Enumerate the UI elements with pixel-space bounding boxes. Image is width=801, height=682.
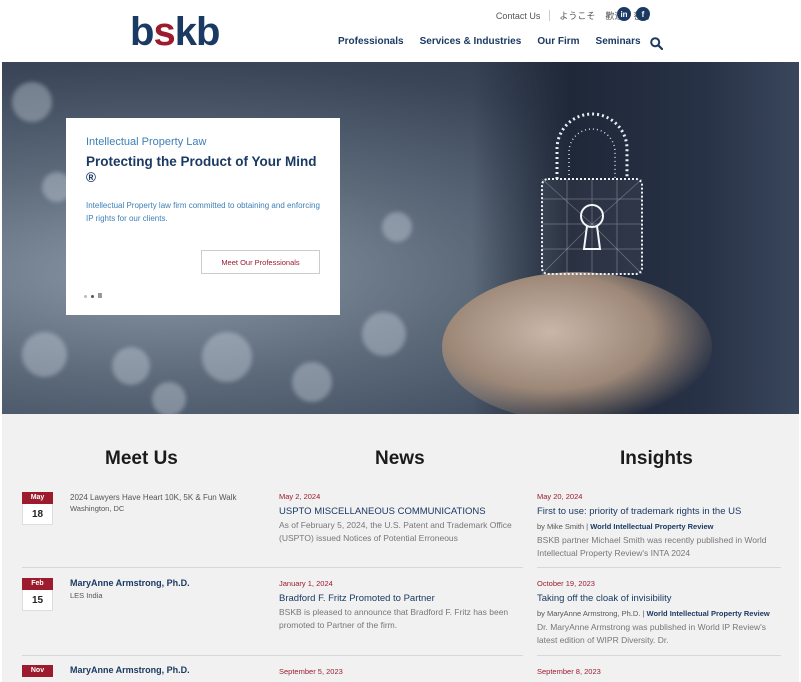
divider xyxy=(22,567,292,568)
news-excerpt: As of February 5, 2024, the U.S. Patent … xyxy=(279,520,512,543)
social-links: in f xyxy=(617,7,650,21)
bokeh-light xyxy=(382,212,412,242)
nav-professionals[interactable]: Professionals xyxy=(338,36,404,47)
event-title[interactable]: MaryAnne Armstrong, Ph.D. xyxy=(70,665,190,676)
hero-card: Intellectual Property Law Protecting the… xyxy=(66,118,340,315)
carousel-dot[interactable] xyxy=(84,295,87,298)
insight-date: September 8, 2023 xyxy=(537,667,601,676)
nav-seminars[interactable]: Seminars xyxy=(596,36,641,47)
main-nav: Professionals Services & Industries Our … xyxy=(338,36,641,47)
event-day: 15 xyxy=(22,590,53,611)
pause-icon[interactable]: II xyxy=(98,293,102,300)
news-date: September 5, 2023 xyxy=(279,667,343,676)
insights-heading: Insights xyxy=(620,448,693,469)
divider xyxy=(537,567,781,568)
event-title[interactable]: MaryAnne Armstrong, Ph.D. xyxy=(70,578,190,589)
content-columns: Meet Us News Insights May 18 2024 Lawyer… xyxy=(2,414,799,682)
bskb-logo[interactable]: bskb xyxy=(130,10,220,54)
bokeh-light xyxy=(202,332,252,382)
divider xyxy=(549,10,551,21)
calendar-icon: Nov xyxy=(22,665,53,682)
bokeh-light xyxy=(292,362,332,402)
search-icon[interactable] xyxy=(650,37,663,50)
bokeh-light xyxy=(22,332,67,377)
insight-excerpt: BSKB partner Michael Smith was recently … xyxy=(537,535,767,558)
insight-author: by Mike Smith | xyxy=(537,522,589,531)
insight-excerpt: Dr. MaryAnne Armstrong was published in … xyxy=(537,622,767,645)
news-excerpt: BSKB is pleased to announce that Bradfor… xyxy=(279,607,509,630)
nav-our-firm[interactable]: Our Firm xyxy=(537,36,579,47)
news-heading: News xyxy=(375,448,425,469)
divider xyxy=(279,567,523,568)
contact-us-link[interactable]: Contact Us xyxy=(496,11,541,21)
insight-item[interactable]: October 19, 2023 Taking off the cloak of… xyxy=(537,579,781,647)
hero-banner: Intellectual Property Law Protecting the… xyxy=(2,62,799,414)
insight-source: World Intellectual Property Review xyxy=(590,522,714,531)
bokeh-light xyxy=(362,312,406,356)
insight-byline: by Mike Smith | World Intellectual Prope… xyxy=(537,520,781,533)
insight-byline: by MaryAnne Armstrong, Ph.D. | World Int… xyxy=(537,607,781,620)
news-item[interactable]: January 1, 2024 Bradford F. Fritz Promot… xyxy=(279,579,523,632)
news-title[interactable]: Bradford F. Fritz Promoted to Partner xyxy=(279,593,523,604)
meet-us-heading: Meet Us xyxy=(105,448,178,469)
news-date: May 2, 2024 xyxy=(279,492,321,501)
digital-padlock-icon xyxy=(541,112,643,275)
event-location: Washington, DC xyxy=(70,504,125,513)
hero-kicker: Intellectual Property Law xyxy=(86,136,207,148)
bokeh-light xyxy=(152,382,186,414)
facebook-icon[interactable]: f xyxy=(636,7,650,21)
insight-date: October 19, 2023 xyxy=(537,579,595,588)
site-header: bskb Contact Us ようこそ 歡迎 환영 in f Professi… xyxy=(0,0,801,62)
hero-description: Intellectual Property law firm committed… xyxy=(86,201,320,223)
insight-title[interactable]: First to use: priority of trademark righ… xyxy=(537,506,781,517)
carousel-controls: II xyxy=(84,293,102,300)
insight-source: World Intellectual Property Review xyxy=(646,609,770,618)
calendar-icon: Feb 15 xyxy=(22,578,53,611)
nav-services-industries[interactable]: Services & Industries xyxy=(420,36,522,47)
news-item[interactable]: September 5, 2023 xyxy=(279,667,523,676)
insight-date: May 20, 2024 xyxy=(537,492,583,501)
news-item[interactable]: May 2, 2024 USPTO MISCELLANEOUS COMMUNIC… xyxy=(279,492,523,545)
event-month: Feb xyxy=(22,578,53,590)
bokeh-light xyxy=(112,347,150,385)
divider xyxy=(279,655,523,656)
insight-author: by MaryAnne Armstrong, Ph.D. | xyxy=(537,609,645,618)
event-month: May xyxy=(22,492,53,504)
event-title[interactable]: 2024 Lawyers Have Heart 10K, 5K & Fun Wa… xyxy=(70,492,236,503)
event-month: Nov xyxy=(22,665,53,677)
divider xyxy=(22,655,292,656)
japanese-link[interactable]: ようこそ xyxy=(559,9,595,22)
event-location: LES India xyxy=(70,591,103,600)
hero-headline: Protecting the Product of Your Mind ® xyxy=(86,154,317,185)
insight-item[interactable]: September 8, 2023 xyxy=(537,667,781,676)
news-title[interactable]: USPTO MISCELLANEOUS COMMUNICATIONS xyxy=(279,506,523,517)
meet-our-professionals-button[interactable]: Meet Our Professionals xyxy=(201,250,320,274)
event-day: 18 xyxy=(22,504,53,525)
insight-item[interactable]: May 20, 2024 First to use: priority of t… xyxy=(537,492,781,560)
open-hand-image xyxy=(442,272,712,414)
carousel-dot-active[interactable] xyxy=(91,295,94,298)
bokeh-light xyxy=(12,82,52,122)
calendar-icon: May 18 xyxy=(22,492,53,525)
news-date: January 1, 2024 xyxy=(279,579,333,588)
linkedin-icon[interactable]: in xyxy=(617,7,631,21)
insight-title[interactable]: Taking off the cloak of invisibility xyxy=(537,593,781,604)
divider xyxy=(537,655,781,656)
